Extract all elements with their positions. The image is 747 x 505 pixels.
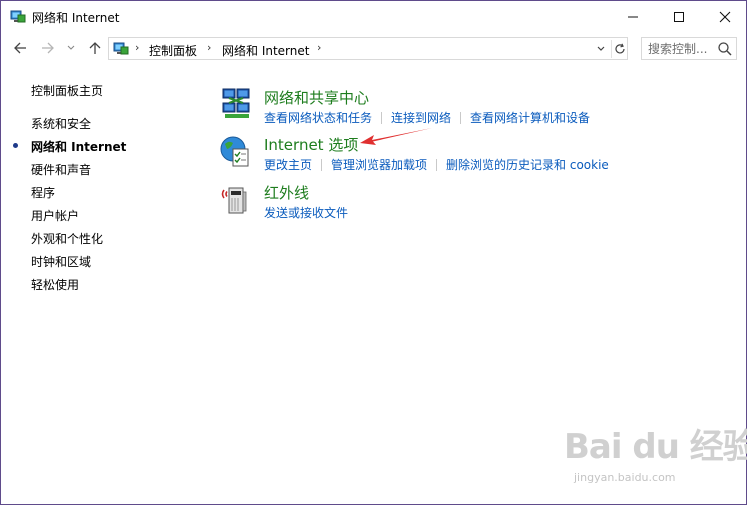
link-divider [436,159,438,171]
category-title[interactable]: 红外线 [264,182,309,203]
forward-button[interactable] [38,38,58,58]
sidebar-item-user-accounts[interactable]: 用户帐户 [31,207,79,224]
link-manage-addons[interactable]: 管理浏览器加载项 [331,158,427,172]
arrow-right-icon [42,42,54,54]
category-title[interactable]: Internet 选项 [264,134,358,155]
arrow-up-icon [89,42,101,54]
infrared-icon [221,187,247,214]
link-divider [321,159,323,171]
sidebar-item-clock-region[interactable]: 时钟和区域 [31,253,91,270]
link-divider [460,112,462,124]
minimize-icon [628,16,638,17]
close-icon [719,11,731,22]
address-bar[interactable]: › 控制面板 › 网络和 Internet › [108,37,628,60]
sidebar-item-programs[interactable]: 程序 [31,184,55,201]
network-control-panel-icon [113,42,129,55]
sidebar-item-ease-of-access[interactable]: 轻松使用 [31,276,79,293]
link-send-receive-files[interactable]: 发送或接收文件 [264,206,348,220]
address-history-button[interactable] [593,42,609,56]
watermark-url: jingyan.baidu.com [574,471,676,484]
chevron-down-icon [67,45,75,50]
chevron-right-icon: › [207,41,212,54]
chevron-right-icon: › [317,41,322,54]
maximize-icon [674,11,684,22]
category-links: 发送或接收文件 [264,204,348,221]
recent-locations-button[interactable] [64,38,78,58]
chevron-right-icon: › [135,41,140,54]
link-view-network-status[interactable]: 查看网络状态和任务 [264,111,372,125]
link-change-homepage[interactable]: 更改主页 [264,158,312,172]
link-view-network-computers[interactable]: 查看网络计算机和设备 [470,111,590,125]
sidebar-item-hardware-sound[interactable]: 硬件和声音 [31,161,91,178]
control-panel-window: 网络和 Internet › 控制面板 › 网络和 Internet › 搜索控… [0,0,747,505]
network-sharing-center-icon [222,88,250,118]
breadcrumb-control-panel[interactable]: 控制面板 [149,42,197,59]
link-divider [381,112,383,124]
navigation-bar: › 控制面板 › 网络和 Internet › [1,34,746,62]
arrow-left-icon [14,42,26,54]
maximize-button[interactable] [656,1,702,32]
search-icon[interactable] [717,41,733,57]
back-button[interactable] [10,38,30,58]
close-button[interactable] [702,1,747,32]
link-delete-history[interactable]: 删除浏览的历史记录和 cookie [446,158,609,172]
category-links: 更改主页 管理浏览器加载项 删除浏览的历史记录和 cookie [264,156,609,173]
window-title: 网络和 Internet [32,11,120,25]
active-bullet [13,143,18,148]
search-input[interactable] [642,38,716,59]
watermark: Bai du 经验 jingyan.baidu.com [564,419,747,489]
minimize-button[interactable] [610,1,656,32]
title-bar: 网络和 Internet [1,1,746,32]
link-connect-to-network[interactable]: 连接到网络 [391,111,451,125]
watermark-logo: Bai du 经验 [564,427,747,467]
chevron-down-icon [597,46,605,51]
refresh-button[interactable] [611,40,627,58]
category-links: 查看网络状态和任务 连接到网络 查看网络计算机和设备 [264,109,590,126]
sidebar-item-control-panel-home[interactable]: 控制面板主页 [31,82,103,99]
breadcrumb-network-internet[interactable]: 网络和 Internet [222,42,309,59]
sidebar-item-network-internet[interactable]: 网络和 Internet [31,138,126,155]
sidebar-item-system-security[interactable]: 系统和安全 [31,115,91,132]
annotation-arrow-icon [360,128,432,145]
category-title[interactable]: 网络和共享中心 [264,87,369,108]
internet-options-icon [220,136,249,167]
up-button[interactable] [85,38,105,58]
refresh-icon [614,43,625,54]
network-control-panel-icon [10,10,26,23]
search-box[interactable] [641,37,737,60]
sidebar-item-appearance[interactable]: 外观和个性化 [31,230,103,247]
